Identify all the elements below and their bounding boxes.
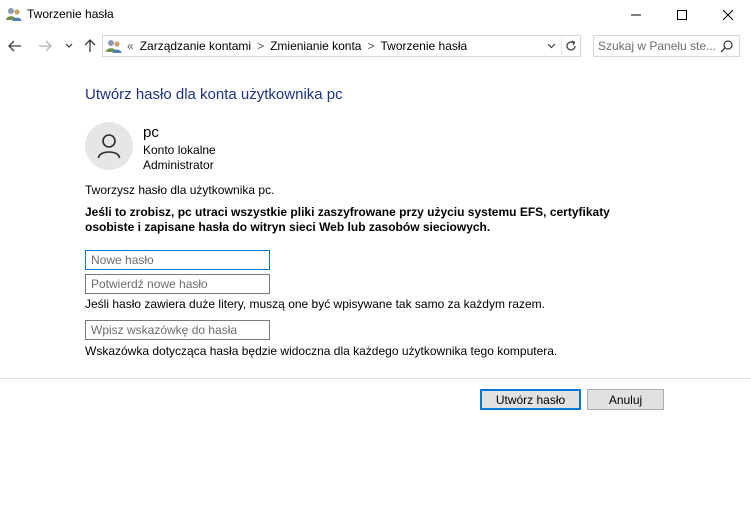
efs-warning-text: Jeśli to zrobisz, pc utraci wszystkie pl… bbox=[85, 205, 610, 234]
new-password-field[interactable] bbox=[85, 250, 270, 270]
recent-pages-button[interactable] bbox=[62, 37, 76, 55]
breadcrumb-item-account-management[interactable]: Zarządzanie kontami bbox=[140, 39, 251, 53]
up-button[interactable] bbox=[81, 37, 99, 55]
breadcrumb-separator[interactable]: > bbox=[367, 39, 374, 53]
recent-pages-chevron-icon bbox=[65, 43, 73, 48]
maximize-button[interactable] bbox=[659, 0, 705, 30]
minimize-button[interactable] bbox=[613, 0, 659, 30]
info-text: Tworzysz hasło dla użytkownika pc. bbox=[85, 183, 275, 197]
window-title: Tworzenie hasła bbox=[27, 7, 114, 21]
close-button[interactable] bbox=[705, 0, 751, 30]
maximize-icon bbox=[677, 10, 687, 20]
back-arrow-icon bbox=[8, 40, 21, 52]
user-icon bbox=[97, 134, 121, 159]
refresh-icon bbox=[565, 40, 576, 51]
search-input[interactable] bbox=[598, 38, 716, 54]
cancel-button[interactable]: Anuluj bbox=[587, 389, 664, 410]
title-bar: Tworzenie hasła bbox=[0, 0, 751, 30]
minimize-icon bbox=[631, 14, 641, 16]
divider bbox=[0, 378, 751, 379]
breadcrumb-item-create-password[interactable]: Tworzenie hasła bbox=[381, 39, 468, 53]
account-type: Konto lokalne bbox=[143, 143, 216, 157]
breadcrumb-item-change-account[interactable]: Zmienianie konta bbox=[270, 39, 361, 53]
user-name: pc bbox=[143, 124, 159, 141]
account-role: Administrator bbox=[143, 158, 214, 172]
address-dropdown-button[interactable] bbox=[544, 39, 558, 53]
password-hint-field[interactable] bbox=[85, 320, 270, 340]
breadcrumb: « Zarządzanie kontami > Zmienianie konta… bbox=[127, 39, 467, 53]
back-button[interactable] bbox=[6, 37, 24, 55]
create-password-button[interactable]: Utwórz hasło bbox=[480, 389, 581, 410]
chevron-down-icon bbox=[547, 43, 555, 49]
forward-arrow-icon bbox=[39, 40, 52, 52]
case-sensitivity-note: Jeśli hasło zawiera duże litery, muszą o… bbox=[85, 297, 545, 311]
search-box[interactable] bbox=[593, 35, 740, 57]
forward-button[interactable] bbox=[36, 37, 54, 55]
confirm-password-field[interactable] bbox=[85, 274, 270, 294]
breadcrumb-overflow[interactable]: « bbox=[127, 39, 134, 53]
page-title: Utwórz hasło dla konta użytkownika pc bbox=[85, 86, 343, 103]
search-icon[interactable] bbox=[720, 39, 734, 53]
user-accounts-icon bbox=[6, 6, 22, 22]
hint-visibility-note: Wskazówka dotycząca hasła będzie widoczn… bbox=[85, 344, 558, 358]
address-bar[interactable]: « Zarządzanie kontami > Zmienianie konta… bbox=[102, 35, 581, 57]
breadcrumb-separator[interactable]: > bbox=[257, 39, 264, 53]
user-accounts-icon bbox=[106, 38, 122, 54]
avatar bbox=[85, 122, 133, 170]
refresh-button[interactable] bbox=[561, 37, 579, 55]
up-arrow-icon bbox=[84, 39, 96, 52]
close-icon bbox=[723, 10, 733, 20]
